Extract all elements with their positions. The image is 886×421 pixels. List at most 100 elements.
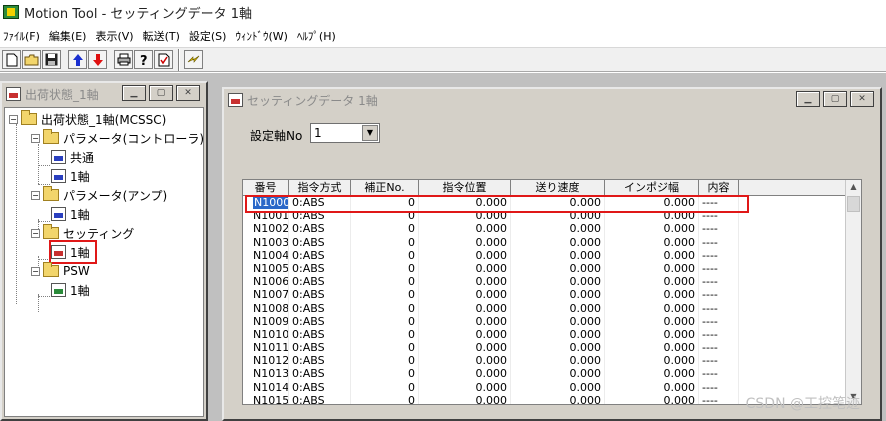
menu-view[interactable]: 表示(V) [92,28,139,44]
cell-feed-speed[interactable]: 0.000 [511,235,605,249]
cell-number[interactable]: N1005 [243,261,289,276]
menu-window[interactable]: ｳｨﾝﾄﾞｳ(W) [232,28,293,44]
axis-no-select[interactable]: 1 ▼ [310,123,380,143]
project-tree-window[interactable]: 出荷状態_1軸 ▁ ▢ ✕ − 出荷状態_1軸(MCSSC) − パラメータ(コ… [0,81,208,421]
table-row[interactable]: N1011 0:ABS 0 0.000 0.000 0.000 ---- [243,341,861,355]
column-header-content[interactable]: 内容 [699,180,739,195]
cell-inposition-width[interactable]: 0.000 [605,327,699,342]
cell-command-mode[interactable]: 0:ABS [289,367,351,381]
cell-command-mode[interactable]: 0:ABS [289,354,351,368]
cell-feed-speed[interactable]: 0.000 [511,261,605,276]
cell-number[interactable]: N1007 [243,288,289,302]
cell-number[interactable]: N1003 [243,235,289,249]
minimize-button[interactable]: ▁ [796,91,820,107]
cell-command-position[interactable]: 0.000 [419,275,511,289]
cell-correction-no[interactable]: 0 [351,393,419,404]
cell-feed-speed[interactable]: 0.000 [511,393,605,404]
cell-correction-no[interactable]: 0 [351,354,419,368]
menu-edit[interactable]: 編集(E) [46,28,93,44]
tree-item-psw-axis1[interactable]: 1軸 [51,281,90,299]
cell-command-mode[interactable]: 0:ABS [289,327,351,342]
tree-item-param-controller[interactable]: − パラメータ(コントローラ) [31,129,204,147]
cell-inposition-width[interactable]: 0.000 [605,235,699,249]
cell-command-mode[interactable]: 0:ABS [289,301,351,315]
cell-content[interactable]: ---- [699,314,739,328]
cell-command-position[interactable]: 0.000 [419,380,511,394]
cell-content[interactable]: ---- [699,380,739,394]
cell-inposition-width[interactable]: 0.000 [605,261,699,276]
upload-icon[interactable] [68,50,87,69]
table-row[interactable]: N1012 0:ABS 0 0.000 0.000 0.000 ---- [243,354,861,368]
cell-command-position[interactable]: 0.000 [419,261,511,276]
menu-settings[interactable]: 設定(S) [186,28,233,44]
maximize-button[interactable]: ▢ [823,91,847,107]
cell-command-mode[interactable]: 0:ABS [289,393,351,404]
table-row[interactable]: N1003 0:ABS 0 0.000 0.000 0.000 ---- [243,235,861,249]
cell-number[interactable]: N1009 [243,314,289,328]
cell-inposition-width[interactable]: 0.000 [605,354,699,368]
cell-command-position[interactable]: 0.000 [419,288,511,302]
tree-root[interactable]: − 出荷状態_1軸(MCSSC) [9,110,166,128]
cell-correction-no[interactable]: 0 [351,222,419,236]
cell-command-mode[interactable]: 0:ABS [289,248,351,262]
cell-inposition-width[interactable]: 0.000 [605,367,699,381]
tree-item-common[interactable]: 共通 [51,148,94,166]
cell-command-mode[interactable]: 0:ABS [289,235,351,249]
cell-command-mode[interactable]: 0:ABS [289,341,351,355]
table-row[interactable]: N1009 0:ABS 0 0.000 0.000 0.000 ---- [243,314,861,328]
print-icon[interactable] [114,50,133,69]
menu-help[interactable]: ﾍﾙﾌﾟ(H) [294,28,342,44]
scroll-up-icon[interactable]: ▲ [846,180,861,194]
cell-command-position[interactable]: 0.000 [419,235,511,249]
cell-content[interactable]: ---- [699,367,739,381]
close-button[interactable]: ✕ [176,85,200,101]
cell-command-mode[interactable]: 0:ABS [289,261,351,276]
cell-feed-speed[interactable]: 0.000 [511,288,605,302]
cell-feed-speed[interactable]: 0.000 [511,341,605,355]
project-tree[interactable]: − 出荷状態_1軸(MCSSC) − パラメータ(コントローラ) 共通 1軸 −… [4,107,204,417]
menu-file[interactable]: ﾌｧｲﾙ(F) [0,28,46,44]
tree-item-psw[interactable]: − PSW [31,262,90,280]
cell-content[interactable]: ---- [699,354,739,368]
cell-correction-no[interactable]: 0 [351,341,419,355]
cell-number[interactable]: N1006 [243,275,289,289]
collapse-icon[interactable]: − [31,190,40,200]
cell-inposition-width[interactable]: 0.000 [605,248,699,262]
column-header-number[interactable]: 番号 [243,180,289,195]
cell-inposition-width[interactable]: 0.000 [605,341,699,355]
cell-content[interactable]: ---- [699,327,739,342]
table-row[interactable]: N1008 0:ABS 0 0.000 0.000 0.000 ---- [243,301,861,315]
collapse-icon[interactable]: − [9,114,18,124]
cell-feed-speed[interactable]: 0.000 [511,275,605,289]
tree-item-param-amp[interactable]: − パラメータ(アンプ) [31,186,167,204]
cell-feed-speed[interactable]: 0.000 [511,327,605,342]
cell-number[interactable]: N1013 [243,367,289,381]
cell-command-mode[interactable]: 0:ABS [289,275,351,289]
cell-command-position[interactable]: 0.000 [419,367,511,381]
cell-inposition-width[interactable]: 0.000 [605,393,699,404]
cell-command-position[interactable]: 0.000 [419,248,511,262]
cell-correction-no[interactable]: 0 [351,314,419,328]
cell-correction-no[interactable]: 0 [351,275,419,289]
collapse-icon[interactable]: − [31,133,40,143]
cell-number[interactable]: N1015 [243,393,289,404]
maximize-button[interactable]: ▢ [149,85,173,101]
cell-number[interactable]: N1002 [243,222,289,236]
cell-correction-no[interactable]: 0 [351,288,419,302]
cell-feed-speed[interactable]: 0.000 [511,301,605,315]
new-file-icon[interactable] [2,50,21,69]
cell-content[interactable]: ---- [699,235,739,249]
cell-content[interactable]: ---- [699,288,739,302]
minimize-button[interactable]: ▁ [122,85,146,101]
cell-command-position[interactable]: 0.000 [419,301,511,315]
column-header-command-position[interactable]: 指令位置 [419,180,511,195]
close-button[interactable]: ✕ [850,91,874,107]
cell-command-position[interactable]: 0.000 [419,222,511,236]
vertical-scrollbar[interactable]: ▲ ▼ [845,180,861,404]
cell-content[interactable]: ---- [699,248,739,262]
cell-correction-no[interactable]: 0 [351,235,419,249]
cell-content[interactable]: ---- [699,261,739,276]
column-header-inposition-width[interactable]: インポジ幅 [605,180,699,195]
cell-correction-no[interactable]: 0 [351,248,419,262]
table-row[interactable]: N1002 0:ABS 0 0.000 0.000 0.000 ---- [243,222,861,236]
